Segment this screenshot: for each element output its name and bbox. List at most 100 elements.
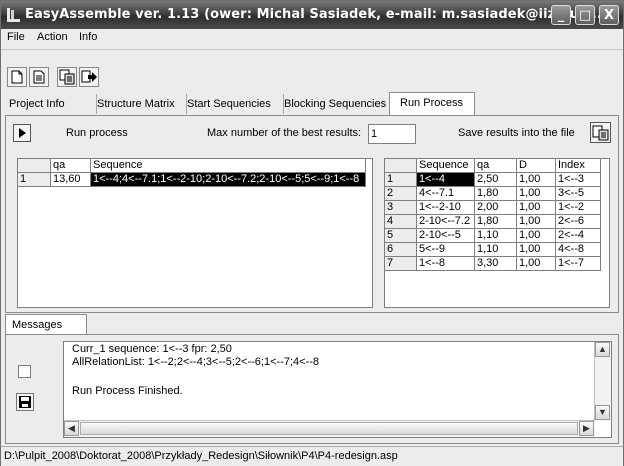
cell-qa[interactable]: 1,80 bbox=[474, 186, 517, 201]
menu-info[interactable]: Info bbox=[79, 31, 97, 43]
cell-sequence[interactable]: 1<--2-10 bbox=[416, 200, 475, 215]
cell-qa[interactable]: 13,60 bbox=[50, 172, 91, 187]
scroll-up-icon[interactable]: ▲ bbox=[595, 342, 610, 357]
table-row[interactable]: 1 1<--4 2,50 1,00 1<--3 bbox=[385, 172, 601, 187]
table-row[interactable]: 7 1<--8 3,30 1,00 1<--7 bbox=[385, 256, 601, 271]
table-row[interactable]: 5 2-10<--5 1,10 1,00 2<--4 bbox=[385, 228, 601, 243]
open-button[interactable] bbox=[29, 67, 49, 87]
table-row[interactable]: 3 1<--2-10 2,00 1,00 1<--2 bbox=[385, 200, 601, 215]
save-messages-button[interactable] bbox=[16, 393, 34, 411]
cell-index[interactable]: 4<--8 bbox=[555, 242, 601, 257]
column-header-qa[interactable]: qa bbox=[474, 159, 517, 173]
cell-sequence[interactable]: 5<--9 bbox=[416, 242, 475, 257]
cell-index[interactable]: 1<--7 bbox=[555, 256, 601, 271]
horizontal-scrollbar[interactable]: ◀ ▶ bbox=[64, 420, 595, 437]
cell-qa[interactable]: 2,50 bbox=[474, 172, 517, 187]
column-header-index-relation[interactable]: Index bbox=[555, 159, 601, 173]
cell-sequence[interactable]: 2-10<--5 bbox=[416, 228, 475, 243]
run-process-button[interactable] bbox=[13, 124, 31, 142]
table-header-row: Sequence qa D Index bbox=[385, 159, 601, 173]
tab-start-sequencies[interactable]: Start Sequencies bbox=[183, 94, 284, 114]
tab-blocking-sequencies[interactable]: Blocking Sequencies bbox=[280, 94, 395, 114]
cell-d[interactable]: 1,00 bbox=[516, 214, 556, 229]
column-header-index bbox=[385, 159, 417, 173]
minimize-icon: _ bbox=[557, 8, 565, 23]
cell-index[interactable]: 2<--4 bbox=[555, 228, 601, 243]
cell-d[interactable]: 1,00 bbox=[516, 172, 556, 187]
maximize-icon: □ bbox=[578, 8, 592, 23]
save-results-button[interactable] bbox=[590, 122, 611, 143]
message-line: AllRelationList: 1<--2;2<--4;3<--5;2<--6… bbox=[72, 356, 320, 368]
table-row[interactable]: 6 5<--9 1,10 1,00 4<--8 bbox=[385, 242, 601, 257]
close-button[interactable]: X bbox=[599, 5, 619, 25]
cell-sequence[interactable]: 1<--8 bbox=[416, 256, 475, 271]
cell-d[interactable]: 1,00 bbox=[516, 186, 556, 201]
scroll-down-icon[interactable]: ▼ bbox=[595, 405, 610, 420]
cell-qa[interactable]: 3,30 bbox=[474, 256, 517, 271]
messages-memo[interactable]: Curr_1 sequence: 1<--3 fpr: 2,50 AllRela… bbox=[63, 341, 612, 438]
scroll-left-icon[interactable]: ◀ bbox=[64, 421, 79, 436]
messages-panel: Curr_1 sequence: 1<--3 fpr: 2,50 AllRela… bbox=[5, 334, 619, 444]
cell-index[interactable]: 1<--2 bbox=[555, 200, 601, 215]
column-header-d[interactable]: D bbox=[516, 159, 556, 173]
menu-file[interactable]: File bbox=[7, 31, 25, 43]
cell-qa[interactable]: 1,80 bbox=[474, 214, 517, 229]
copy-button[interactable] bbox=[57, 67, 77, 87]
row-number: 1 bbox=[385, 172, 417, 187]
menu-action[interactable]: Action bbox=[37, 31, 68, 43]
save-results-label: Save results into the file bbox=[458, 127, 575, 139]
tab-structure-matrix[interactable]: Structure Matrix bbox=[93, 94, 187, 114]
row-number: 2 bbox=[385, 186, 417, 201]
cell-sequence[interactable]: 1<--4 bbox=[416, 172, 475, 187]
row-number: 1 bbox=[18, 172, 51, 187]
table-row[interactable]: 4 2-10<--7.2 1,80 1,00 2<--6 bbox=[385, 214, 601, 229]
best-results-table: qa Sequence 1 13,60 1<--4;4<--7.1;1<--2-… bbox=[18, 159, 366, 187]
column-header-sequence[interactable]: Sequence bbox=[90, 159, 366, 173]
cell-sequence[interactable]: 1<--4;4<--7.1;1<--2-10;2-10<--7.2;2-10<-… bbox=[90, 172, 366, 187]
column-header-sequence[interactable]: Sequence bbox=[416, 159, 475, 173]
cell-qa[interactable]: 1,10 bbox=[474, 242, 517, 257]
toolbar bbox=[1, 49, 623, 92]
vertical-scrollbar[interactable]: ▲ ▼ bbox=[594, 342, 611, 421]
cell-d[interactable]: 1,00 bbox=[516, 256, 556, 271]
new-button[interactable] bbox=[7, 67, 27, 87]
close-icon: X bbox=[603, 8, 615, 23]
row-number: 3 bbox=[385, 200, 417, 215]
scroll-right-icon[interactable]: ▶ bbox=[579, 421, 594, 436]
cell-d[interactable]: 1,00 bbox=[516, 242, 556, 257]
horizontal-scroll-thumb[interactable] bbox=[80, 422, 578, 435]
row-number: 7 bbox=[385, 256, 417, 271]
menu-bar: File Action Info bbox=[1, 29, 623, 47]
column-header-qa[interactable]: qa bbox=[50, 159, 91, 173]
cell-index[interactable]: 1<--3 bbox=[555, 172, 601, 187]
cell-sequence[interactable]: 4<--7.1 bbox=[416, 186, 475, 201]
table-row[interactable]: 1 13,60 1<--4;4<--7.1;1<--2-10;2-10<--7.… bbox=[18, 172, 366, 187]
export-button[interactable] bbox=[79, 67, 99, 87]
table-row[interactable]: 2 4<--7.1 1,80 1,00 3<--5 bbox=[385, 186, 601, 201]
run-process-label: Run process bbox=[66, 127, 128, 139]
cell-sequence[interactable]: 2-10<--7.2 bbox=[416, 214, 475, 229]
row-number: 6 bbox=[385, 242, 417, 257]
cell-qa[interactable]: 2,00 bbox=[474, 200, 517, 215]
window-title: EasyAssemble ver. 1.13 (ower: Michal Sas… bbox=[25, 7, 607, 22]
checkbox-icon[interactable] bbox=[18, 365, 31, 378]
cell-d[interactable]: 1,00 bbox=[516, 200, 556, 215]
cell-index[interactable]: 3<--5 bbox=[555, 186, 601, 201]
cell-index[interactable]: 2<--6 bbox=[555, 214, 601, 229]
open-file-icon bbox=[33, 70, 45, 84]
maximize-button[interactable]: □ bbox=[575, 5, 595, 25]
minimize-button[interactable]: _ bbox=[551, 5, 571, 25]
status-bar: D:\Pulpit_2008\Doktorat_2008\Przykłady_R… bbox=[1, 446, 623, 466]
tab-run-process[interactable]: Run Process bbox=[389, 92, 475, 116]
tab-project-info[interactable]: Project Info bbox=[5, 94, 97, 114]
cell-qa[interactable]: 1,10 bbox=[474, 228, 517, 243]
row-number: 5 bbox=[385, 228, 417, 243]
sequence-detail-grid[interactable]: Sequence qa D Index 1 1<--4 2,50 1,00 1<--3 … bbox=[384, 158, 610, 308]
title-bar[interactable]: EasyAssemble ver. 1.13 (ower: Michal Sas… bbox=[1, 1, 623, 29]
app-icon bbox=[7, 8, 20, 22]
messages-tabs: Messages bbox=[1, 314, 623, 338]
cell-d[interactable]: 1,00 bbox=[516, 228, 556, 243]
max-results-label: Max number of the best results: bbox=[207, 127, 362, 139]
max-results-input[interactable] bbox=[368, 124, 416, 144]
best-results-grid[interactable]: qa Sequence 1 13,60 1<--4;4<--7.1;1<--2-… bbox=[17, 158, 373, 308]
